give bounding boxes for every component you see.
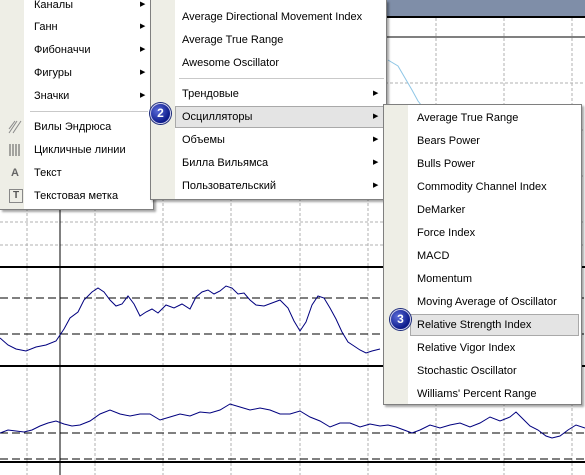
submenu-arrow-icon: ▶ (373, 90, 379, 97)
menu-item-label: Пользовательский (182, 180, 276, 192)
menu-item-rvi[interactable]: Relative Vigor Index (384, 337, 581, 359)
menu-item-awesome-oscillator[interactable]: Awesome Oscillator (151, 52, 386, 74)
menu-item-label: Bulls Power (417, 158, 476, 170)
menu-item-label: Текст (34, 167, 62, 179)
menu-separator (179, 78, 384, 79)
submenu-arrow-icon: ▶ (140, 23, 146, 30)
menu-item-shapes[interactable]: Фигуры ▶ (0, 62, 152, 84)
menu-item-andrews-pitchfork[interactable]: Вилы Эндрюса (0, 116, 152, 138)
cycle-lines-icon (9, 144, 20, 156)
submenu-arrow-icon: ▶ (140, 69, 146, 76)
menu-item-label: Relative Vigor Index (417, 342, 516, 354)
oscillators-menu: Average True Range Bears Power Bulls Pow… (383, 104, 582, 405)
menu-item-force-index[interactable]: Force Index (384, 222, 581, 244)
menu-item-stochastic[interactable]: Stochastic Oscillator (384, 360, 581, 382)
submenu-arrow-icon: ▶ (140, 46, 146, 53)
price-line (387, 59, 426, 111)
menu-separator (30, 111, 148, 112)
menu-item-label: Average True Range (417, 112, 519, 124)
menu-item-label: Average Directional Movement Index (182, 11, 363, 23)
menu-item-label: Трендовые (182, 88, 239, 100)
step-3-badge: 3 (390, 309, 411, 330)
menu-item-label: Объемы (182, 134, 225, 146)
menu-item-cycle-lines[interactable]: Цикличные линии (0, 139, 152, 161)
menu-item-label: Awesome Oscillator (182, 57, 279, 69)
indicators-menu: Average Directional Movement Index Avera… (150, 0, 387, 200)
text-icon: A (11, 167, 19, 179)
menu-item-label: Commodity Channel Index (417, 181, 547, 193)
menu-item-cci[interactable]: Commodity Channel Index (384, 176, 581, 198)
menu-item-williams-r[interactable]: Williams' Percent Range (384, 383, 581, 405)
menu-item-bill-williams[interactable]: Билла Вильямса ▶ (151, 152, 386, 174)
menu-item-bulls-power[interactable]: Bulls Power (384, 153, 581, 175)
menu-item-label: Force Index (417, 227, 476, 239)
menu-item-label: DeMarker (417, 204, 466, 216)
menu-item-label: Stochastic Oscillator (417, 365, 517, 377)
menu-item-osma[interactable]: Moving Average of Oscillator (384, 291, 581, 313)
menu-item-text[interactable]: A Текст (0, 162, 152, 184)
drawing-tools-menu: Каналы ▶ Ганн ▶ Фибоначчи ▶ Фигуры ▶ Зна… (0, 0, 154, 210)
text-label-icon: T (9, 189, 23, 203)
menu-item-label: Каналы (34, 0, 74, 11)
menu-item-label: Фигуры (34, 67, 72, 79)
menu-item-bears-power[interactable]: Bears Power (384, 130, 581, 152)
submenu-arrow-icon: ▶ (373, 113, 379, 120)
menu-item-demarker[interactable]: DeMarker (384, 199, 581, 221)
menu-item-oscillators[interactable]: Осцилляторы ▶ (175, 106, 384, 128)
submenu-arrow-icon: ▶ (373, 136, 379, 143)
submenu-arrow-icon: ▶ (140, 92, 146, 99)
menu-item-label: MACD (417, 250, 450, 262)
indicator-line-1 (0, 285, 381, 354)
menu-item-label: Билла Вильямса (182, 157, 269, 169)
submenu-arrow-icon: ▶ (373, 159, 379, 166)
submenu-arrow-icon: ▶ (373, 182, 379, 189)
menu-item-macd[interactable]: MACD (384, 245, 581, 267)
menu-item-trend[interactable]: Трендовые ▶ (151, 83, 386, 105)
menu-item-momentum[interactable]: Momentum (384, 268, 581, 290)
menu-item-label: Momentum (417, 273, 473, 285)
menu-item-label: Осцилляторы (182, 111, 253, 123)
menu-item-label: Relative Strength Index (417, 319, 532, 331)
step-2-badge: 2 (150, 103, 171, 124)
menu-item-channels[interactable]: Каналы ▶ (0, 0, 152, 16)
menu-item-volumes[interactable]: Объемы ▶ (151, 129, 386, 151)
menu-item-fibonacci[interactable]: Фибоначчи ▶ (0, 39, 152, 61)
menu-item-label: Вилы Эндрюса (34, 121, 112, 133)
menu-item-atr[interactable]: Average True Range (151, 29, 386, 51)
menu-item-label: Williams' Percent Range (417, 388, 537, 400)
menu-item-text-label[interactable]: T Текстовая метка (0, 185, 152, 207)
andrews-pitchfork-icon (8, 120, 22, 134)
menu-item-label: Ганн (34, 21, 58, 33)
menu-item-label: Цикличные линии (34, 144, 126, 156)
menu-item-atr[interactable]: Average True Range (384, 107, 581, 129)
menu-item-arrows[interactable]: Значки ▶ (0, 85, 152, 107)
menu-item-rsi[interactable]: Relative Strength Index (410, 314, 579, 336)
menu-item-label: Average True Range (182, 34, 284, 46)
menu-item-label: Значки (34, 90, 70, 102)
menu-item-admi[interactable]: Average Directional Movement Index (151, 6, 386, 28)
submenu-arrow-icon: ▶ (140, 1, 146, 8)
menu-item-label: Moving Average of Oscillator (417, 296, 557, 308)
menu-item-custom[interactable]: Пользовательский ▶ (151, 175, 386, 197)
menu-item-label: Текстовая метка (34, 190, 119, 202)
menu-item-label: Фибоначчи (34, 44, 91, 56)
menu-item-gann[interactable]: Ганн ▶ (0, 16, 152, 38)
menu-item-label: Bears Power (417, 135, 480, 147)
